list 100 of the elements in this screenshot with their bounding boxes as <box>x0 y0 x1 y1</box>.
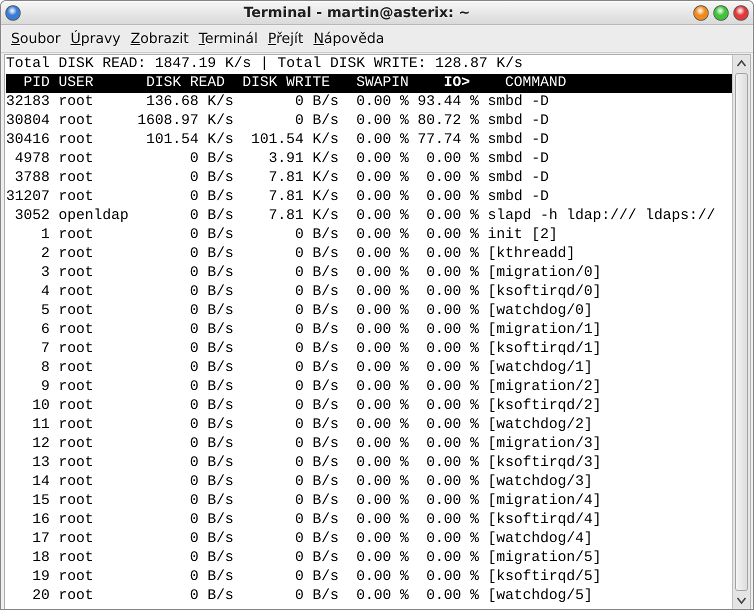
menu-item[interactable]: Zobrazit <box>126 28 193 50</box>
command-cell: init [2] <box>488 226 558 245</box>
swapin-cell-text: 0.00 % <box>355 283 409 302</box>
pid-cell: 30416 <box>6 131 50 150</box>
command-cell: [ksoftirqd/4] <box>488 511 602 530</box>
user-cell-text: root <box>58 549 95 568</box>
command-cell: smbd -D <box>488 150 549 169</box>
disk-read-cell-text: 0 B/s <box>188 587 234 606</box>
command-cell: slapd -h ldap:/// ldaps:// <box>488 207 716 226</box>
pid-cell-text: 4978 <box>14 150 50 169</box>
swapin-cell-text: 0.00 % <box>355 150 409 169</box>
disk-read-cell-text: 0 B/s <box>188 207 234 226</box>
minimize-icon[interactable] <box>693 4 709 20</box>
user-cell-text: root <box>58 473 95 492</box>
column-header: IO> <box>444 74 470 93</box>
pid-cell: 31207 <box>6 188 50 207</box>
disk-read-cell-text: 0 B/s <box>188 397 234 416</box>
swapin-cell-text: 0.00 % <box>355 568 409 587</box>
disk-read-cell-text: 0 B/s <box>188 150 234 169</box>
menu-item[interactable]: Úpravy <box>66 28 125 50</box>
user-cell-text: root <box>58 302 95 321</box>
pid-cell-text: 14 <box>31 473 50 492</box>
close-icon[interactable] <box>733 4 749 20</box>
swapin-cell-text: 0.00 % <box>355 321 409 340</box>
pid-cell-text: 11 <box>31 416 50 435</box>
io-cell-text: 0.00 % <box>425 302 479 321</box>
disk-write-cell-text: 0 B/s <box>294 416 339 435</box>
user-cell-text: root <box>58 264 95 283</box>
io-cell-text: 0.00 % <box>425 150 479 169</box>
command-cell: smbd -D <box>488 188 549 207</box>
io-cell-text: 0.00 % <box>425 492 479 511</box>
swapin-cell-text: 0.00 % <box>355 416 409 435</box>
user-cell-text: root <box>58 188 95 207</box>
io-cell-text: 0.00 % <box>425 473 479 492</box>
menu-item[interactable]: Přejít <box>264 28 308 50</box>
disk-write-cell-text: 0 B/s <box>294 568 339 587</box>
user-cell-text: root <box>58 93 95 112</box>
user-cell-text: root <box>58 492 95 511</box>
swapin-cell-text: 0.00 % <box>355 188 409 207</box>
disk-read-cell-text: 0 B/s <box>188 188 234 207</box>
user-cell-text: root <box>58 435 95 454</box>
pid-cell-text: 12 <box>31 435 50 454</box>
disk-write-cell-text: 101.54 K/s <box>250 131 339 150</box>
window-menu-icon[interactable] <box>5 4 21 20</box>
swapin-cell-text: 0.00 % <box>355 112 409 131</box>
disk-read-cell-text: 136.68 K/s <box>145 93 234 112</box>
io-cell-text: 0.00 % <box>425 549 479 568</box>
disk-write-cell-text: 0 B/s <box>294 359 339 378</box>
user-cell-text: root <box>58 169 95 188</box>
menu-item[interactable]: Soubor <box>7 28 65 50</box>
disk-read-cell-text: 0 B/s <box>188 264 234 283</box>
swapin-cell-text: 0.00 % <box>355 226 409 245</box>
menu-item[interactable]: Nápověda <box>309 28 388 50</box>
user-cell-text: root <box>58 245 95 264</box>
user-cell-text: root <box>58 150 95 169</box>
io-cell: 80.72 % <box>418 112 479 131</box>
command-cell: [watchdog/0] <box>488 302 593 321</box>
io-cell-text: 0.00 % <box>425 340 479 359</box>
pid-cell-text: 13 <box>31 454 50 473</box>
swapin-cell-text: 0.00 % <box>355 207 409 226</box>
pid-cell: 30804 <box>6 112 50 131</box>
column-header: DISK READ <box>145 74 225 93</box>
io-cell-text: 0.00 % <box>425 397 479 416</box>
pid-cell-text: 4 <box>40 283 50 302</box>
swapin-cell-text: 0.00 % <box>355 302 409 321</box>
io-cell-text: 0.00 % <box>425 226 479 245</box>
command-cell: [migration/1] <box>488 321 602 340</box>
pid-cell-text: 20 <box>31 587 50 606</box>
disk-read-cell-text: 0 B/s <box>188 568 234 587</box>
user-cell-text: root <box>58 321 95 340</box>
disk-write-cell-text: 7.81 K/s <box>268 169 339 188</box>
swapin-cell-text: 0.00 % <box>355 492 409 511</box>
command-cell: [kthreadd] <box>488 245 576 264</box>
command-cell: [migration/5] <box>488 549 602 568</box>
column-header: PID <box>22 74 50 93</box>
disk-write-cell-text: 0 B/s <box>294 321 339 340</box>
io-cell-text: 0.00 % <box>425 264 479 283</box>
menu-item[interactable]: Terminál <box>194 28 262 50</box>
io-cell-text: 0.00 % <box>425 454 479 473</box>
swapin-cell-text: 0.00 % <box>355 93 409 112</box>
command-cell: [migration/2] <box>488 378 602 397</box>
io-cell-text: 0.00 % <box>425 169 479 188</box>
pid-cell-text: 3 <box>40 264 50 283</box>
disk-write-cell-text: 0 B/s <box>294 530 339 549</box>
disk-read-cell-text: 0 B/s <box>188 283 234 302</box>
user-cell-text: root <box>58 587 95 606</box>
pid-cell-text: 3052 <box>14 207 50 226</box>
window-title: Terminal - martin@asterix: ~ <box>242 4 472 20</box>
swapin-cell-text: 0.00 % <box>355 131 409 150</box>
user-cell-text: root <box>58 416 95 435</box>
command-cell: [ksoftirqd/1] <box>488 340 602 359</box>
pid-cell-text: 9 <box>40 378 50 397</box>
maximize-icon[interactable] <box>713 4 729 20</box>
command-cell: [migration/3] <box>488 435 602 454</box>
disk-read-cell-text: 0 B/s <box>188 226 234 245</box>
disk-write-cell-text: 0 B/s <box>294 549 339 568</box>
command-cell: [watchdog/3] <box>488 473 593 492</box>
user-cell-text: root <box>58 283 95 302</box>
swapin-cell-text: 0.00 % <box>355 397 409 416</box>
disk-write-cell-text: 0 B/s <box>294 340 339 359</box>
